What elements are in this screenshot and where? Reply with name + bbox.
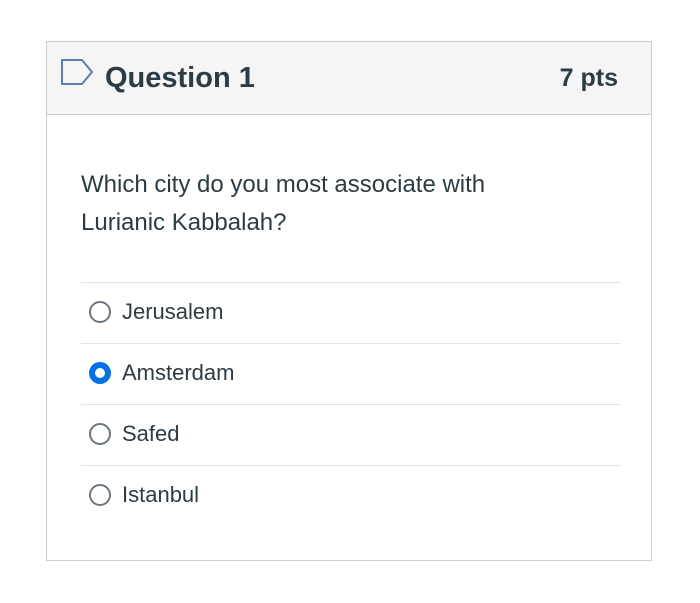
question-card: Question 1 7 pts Which city do you most … [46, 41, 652, 561]
radio-button[interactable] [89, 362, 111, 384]
radio-button[interactable] [89, 484, 111, 506]
question-title: Question 1 [105, 62, 255, 94]
answer-label: Amsterdam [122, 360, 235, 385]
answer-option-safed[interactable]: Safed [81, 404, 621, 465]
answer-option-jerusalem[interactable]: Jerusalem [81, 282, 621, 343]
question-text: Which city do you most associate with Lu… [81, 166, 581, 242]
answer-label: Jerusalem [122, 299, 224, 324]
radio-button[interactable] [89, 423, 111, 445]
radio-button[interactable] [89, 301, 111, 323]
answer-option-istanbul[interactable]: Istanbul [81, 465, 621, 526]
answer-option-amsterdam[interactable]: Amsterdam [81, 343, 621, 404]
question-points: 7 pts [559, 64, 618, 92]
question-text-line: Lurianic Kabbalah? [81, 209, 287, 236]
question-text-line: Which city do you most associate with [81, 171, 486, 198]
question-header: Question 1 7 pts [47, 42, 651, 115]
answer-label: Safed [122, 421, 180, 446]
answer-list: Jerusalem Amsterdam Safed Istanbul [81, 282, 621, 526]
answer-label: Istanbul [122, 482, 200, 507]
flag-question-icon[interactable] [60, 58, 94, 86]
